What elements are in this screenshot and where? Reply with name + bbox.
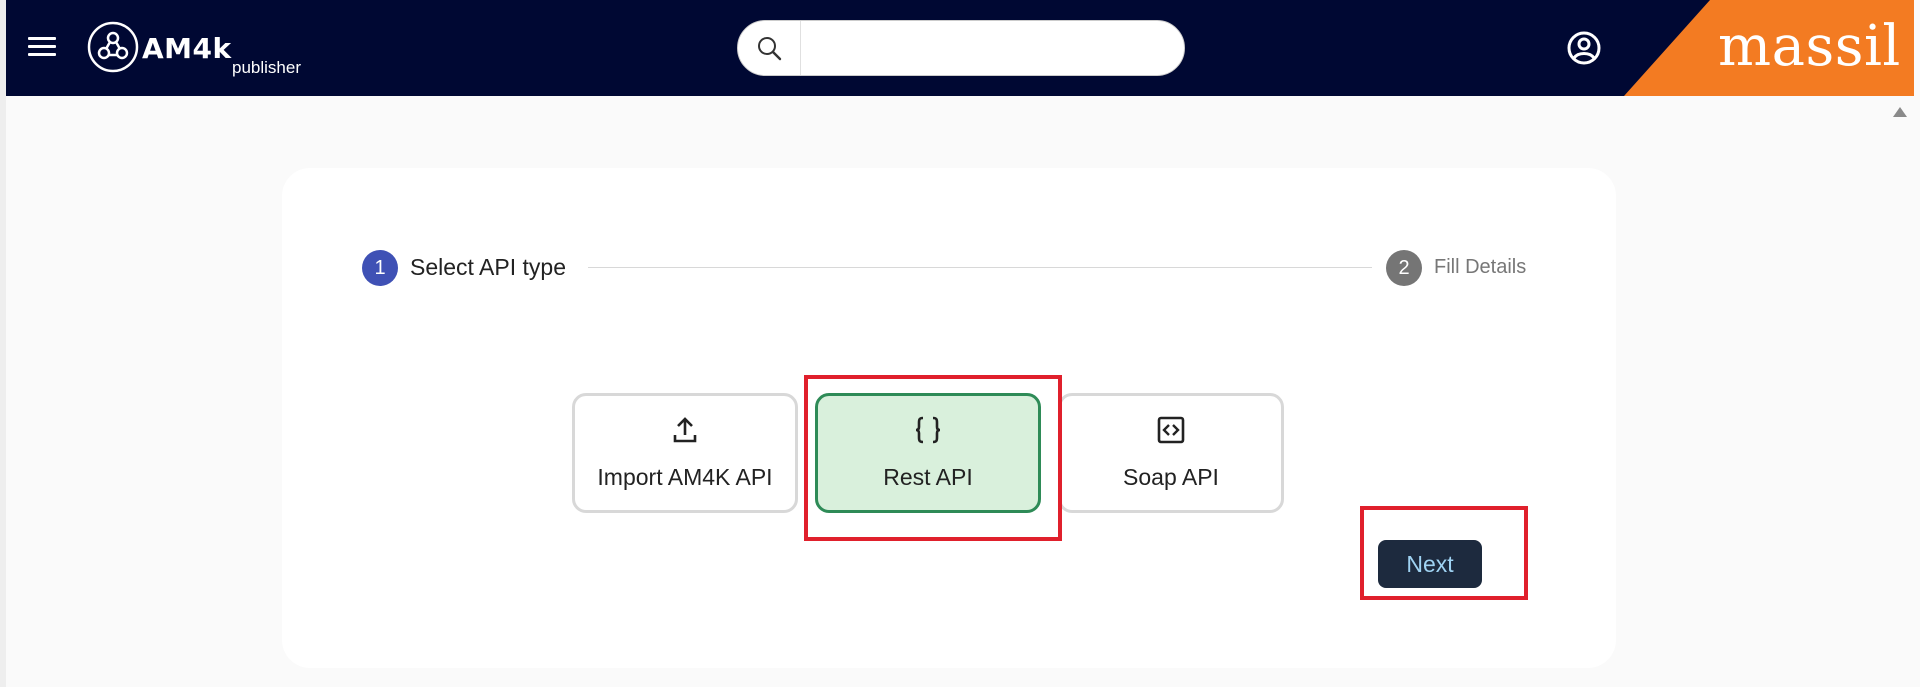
upload-icon: [673, 417, 697, 443]
webhook-logo-icon: [87, 21, 139, 73]
soap-api-label: Soap API: [1123, 464, 1219, 490]
rest-api-highlight-box: [804, 375, 1062, 541]
search-icon[interactable]: [738, 21, 801, 75]
step-1-label: Select API type: [410, 254, 566, 280]
import-am4k-api-label: Import AM4K API: [597, 464, 773, 490]
brand-name: AM4k: [142, 32, 232, 65]
soap-api-option[interactable]: Soap API: [1058, 393, 1284, 513]
top-app-bar: AM4k publisher massil: [6, 0, 1914, 96]
next-button[interactable]: Next: [1378, 540, 1482, 588]
step-1-indicator: 1: [362, 250, 398, 286]
brand-subtitle: publisher: [232, 58, 301, 77]
import-am4k-api-option[interactable]: Import AM4K API: [572, 393, 798, 513]
left-border: [0, 0, 6, 687]
create-api-card: 1 Select API type 2 Fill Details Import …: [282, 168, 1616, 668]
stepper-connector: [588, 267, 1372, 268]
account-circle-icon[interactable]: [1564, 28, 1604, 68]
scroll-up-arrow-icon[interactable]: [1893, 107, 1907, 117]
search-bar: [737, 20, 1185, 76]
search-input[interactable]: [802, 27, 1166, 71]
step-2-label: Fill Details: [1434, 256, 1527, 278]
step-2-indicator: 2: [1386, 250, 1422, 286]
hamburger-menu-icon[interactable]: [26, 32, 58, 64]
code-brackets-icon: [1157, 416, 1185, 444]
partner-brand-text: massil: [1718, 14, 1901, 79]
partner-brand-logo: massil: [1618, 0, 1914, 96]
